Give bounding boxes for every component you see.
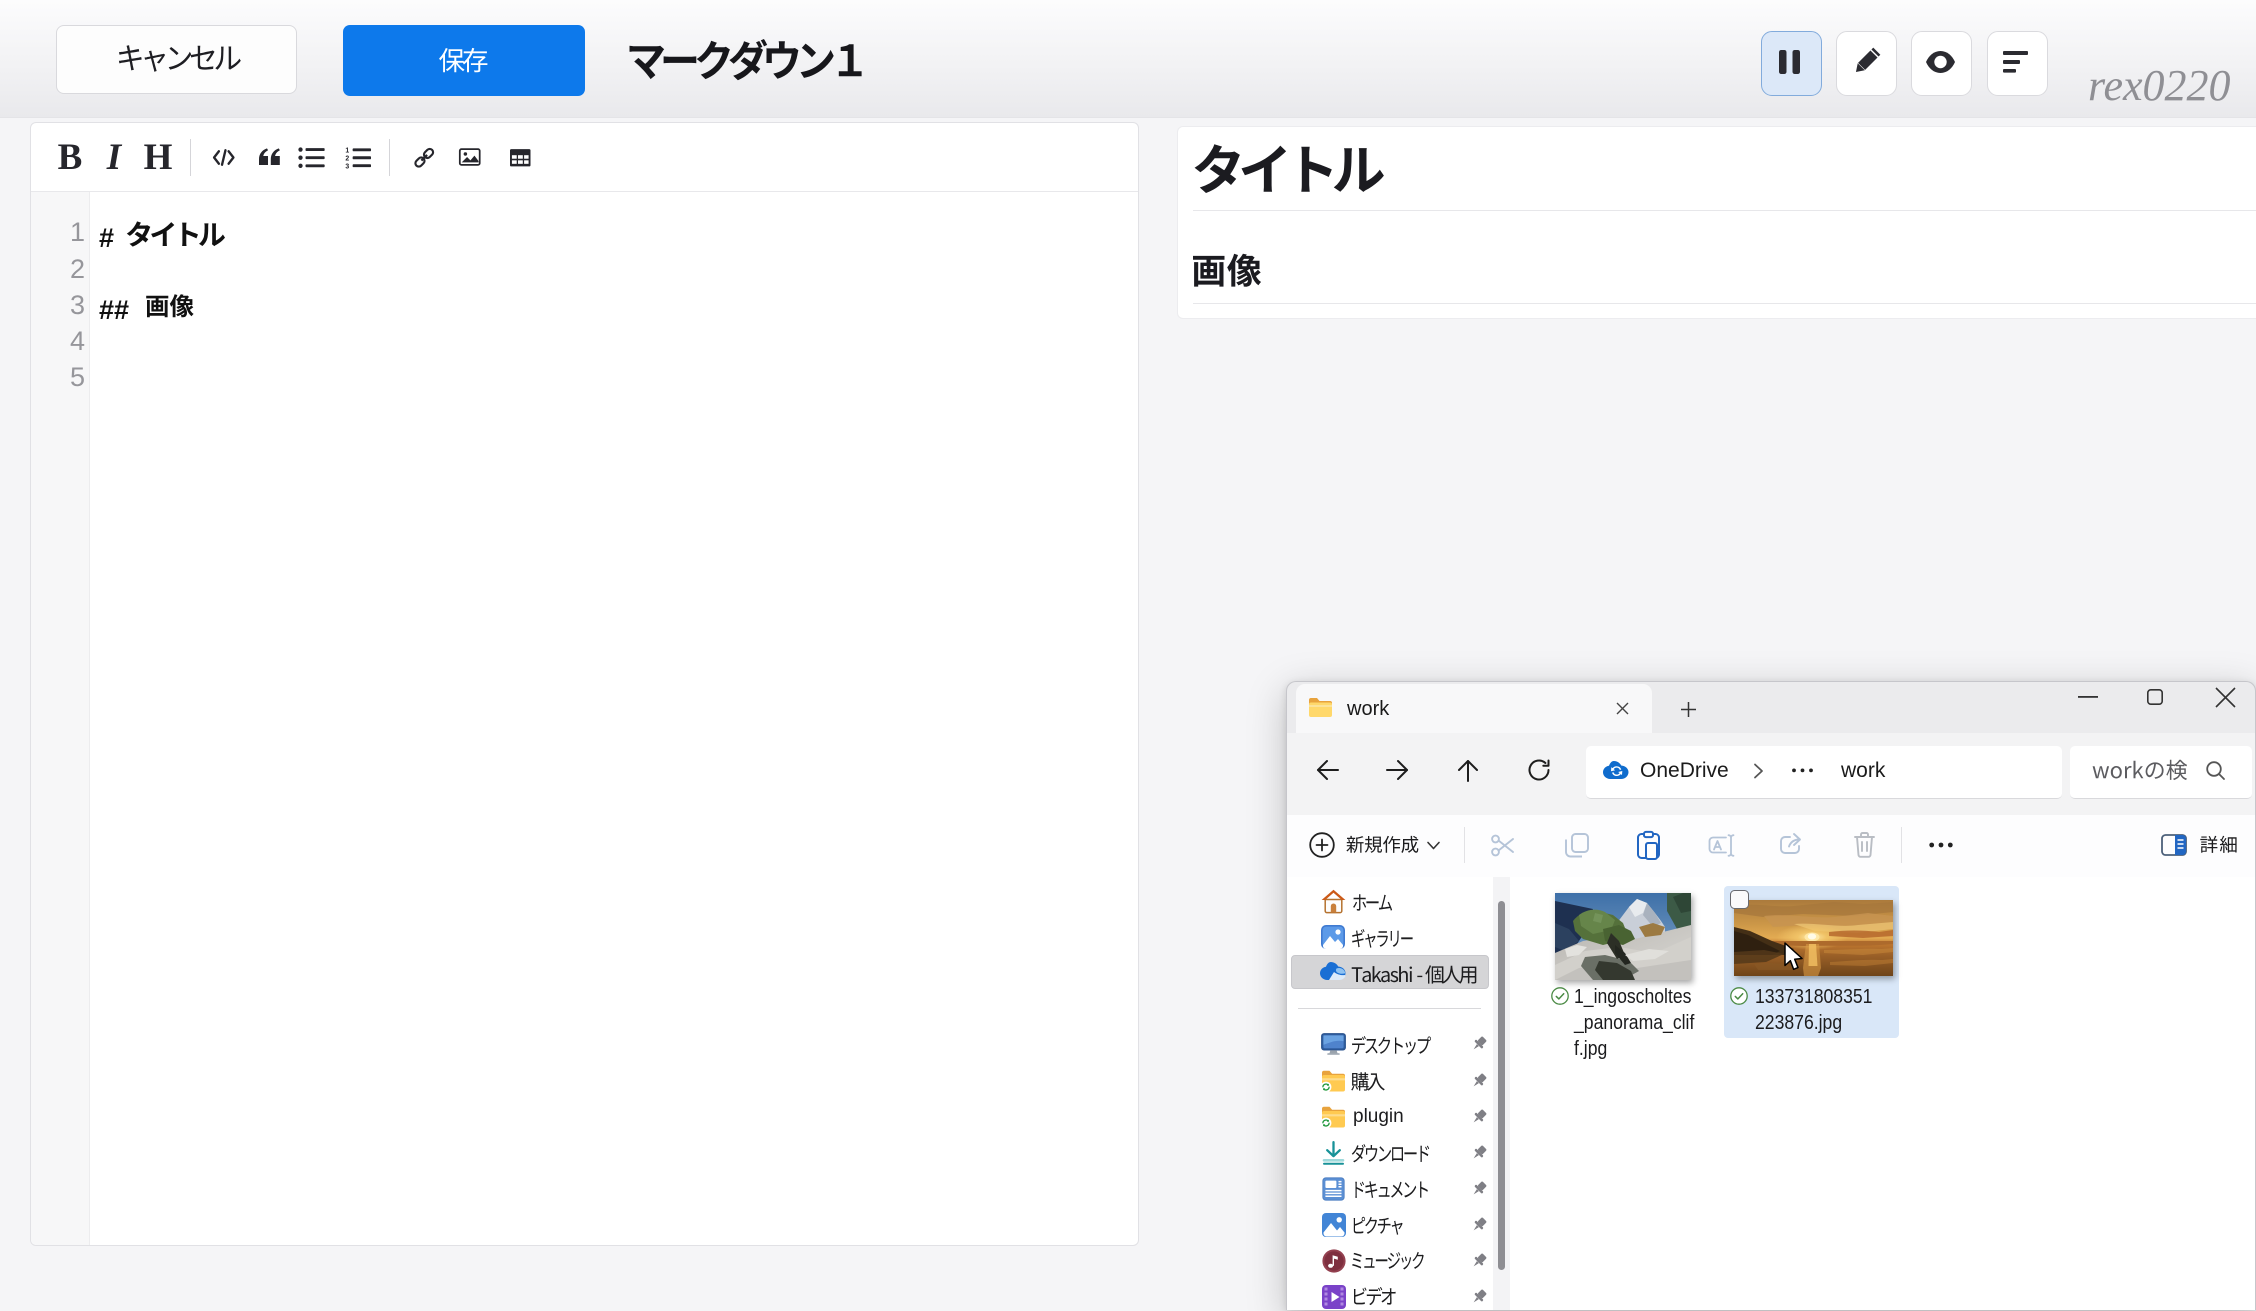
- svg-text:2: 2: [345, 155, 349, 162]
- svg-text:3: 3: [345, 163, 349, 170]
- svg-text:1: 1: [345, 147, 349, 154]
